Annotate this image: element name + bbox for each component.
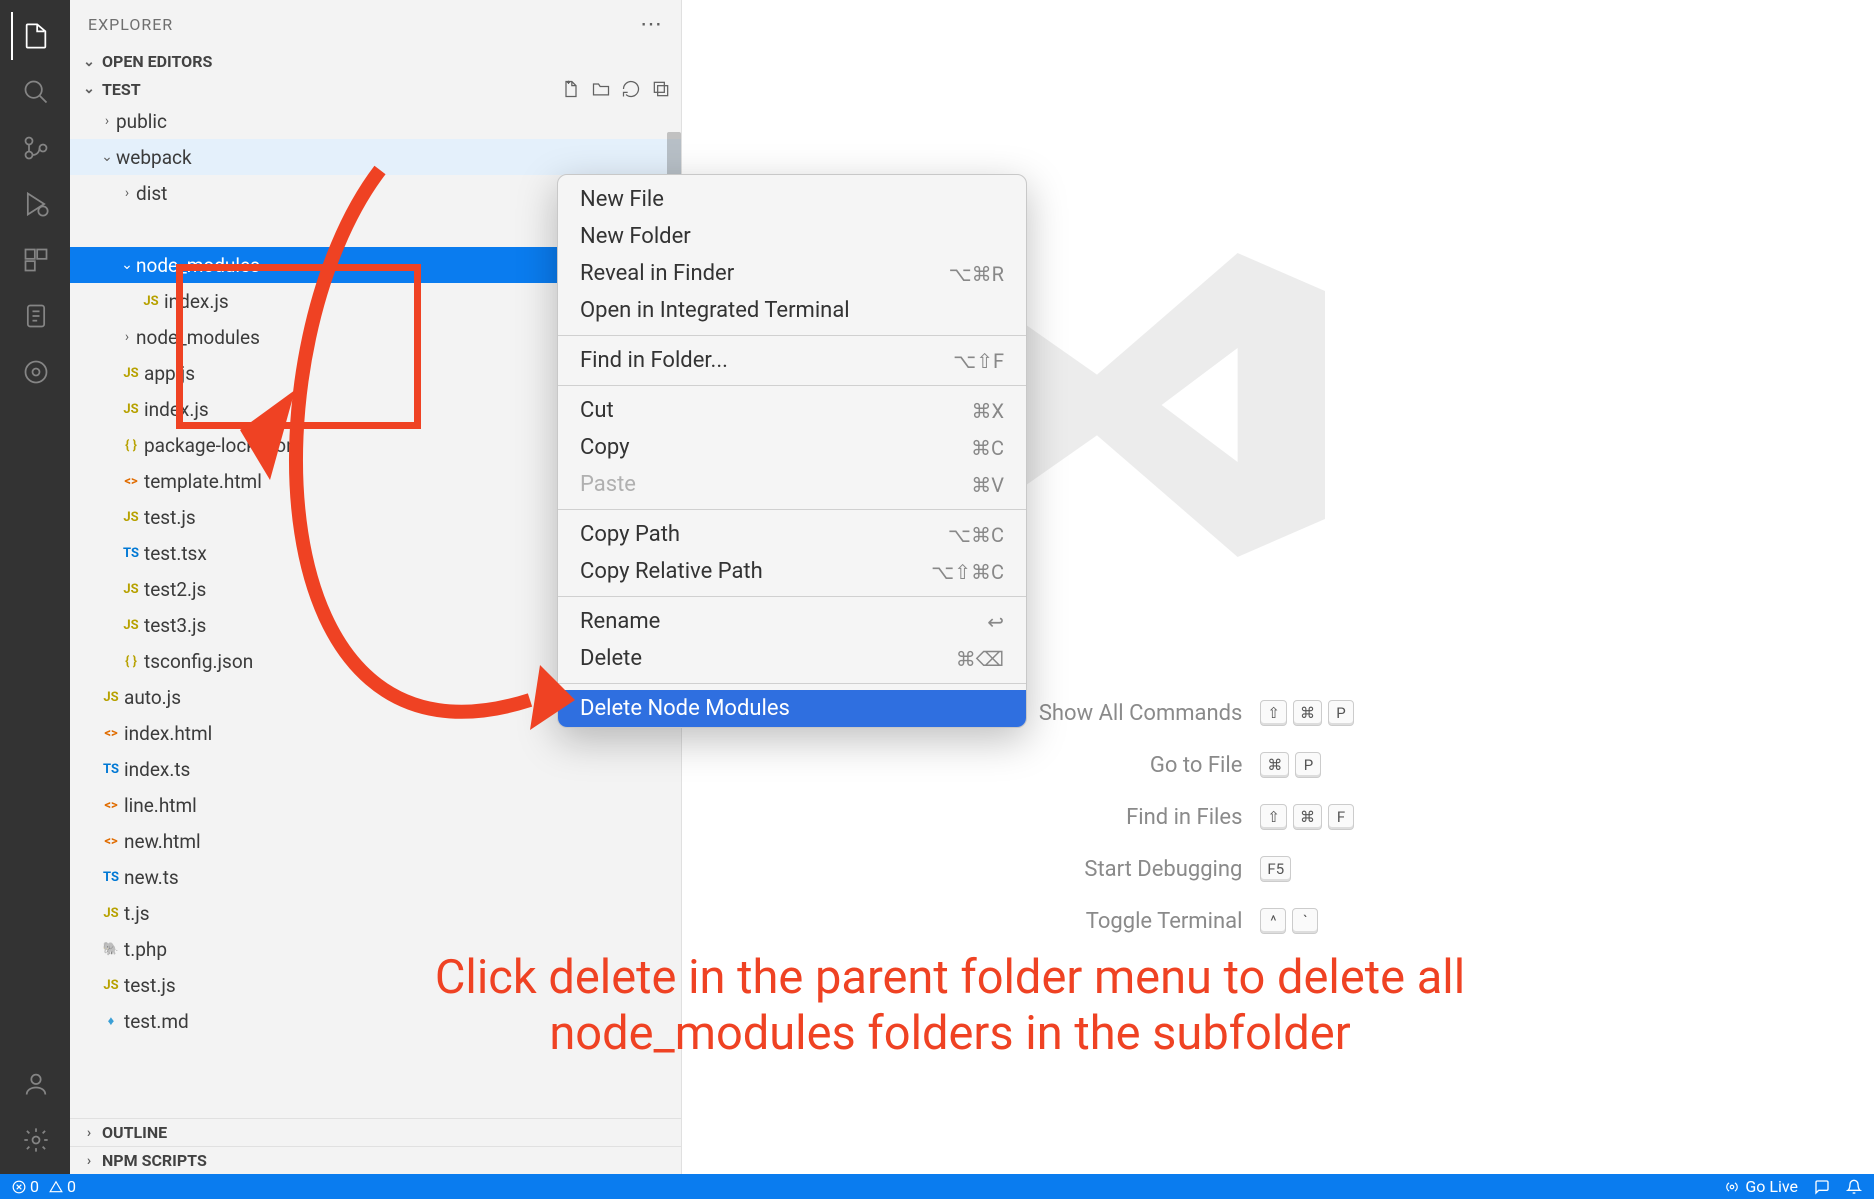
explorer-header: EXPLORER ⋯ [70, 0, 681, 48]
file-t-js[interactable]: JSt.js [70, 895, 681, 931]
menu-new-file[interactable]: New File [558, 181, 1026, 218]
explorer-title: EXPLORER [88, 15, 173, 34]
folder-public[interactable]: ›public [70, 103, 681, 139]
keyboard-key: ^ [1260, 908, 1286, 934]
folder-webpack[interactable]: ⌄webpack [70, 139, 681, 175]
refresh-icon[interactable] [621, 79, 641, 99]
file-index-ts[interactable]: TSindex.ts [70, 751, 681, 787]
open-editors-section[interactable]: ⌄OPEN EDITORS [70, 48, 681, 75]
menu-new-folder[interactable]: New Folder [558, 218, 1026, 255]
welcome-go-file: Go to File ⌘P [952, 752, 1354, 778]
menu-delete[interactable]: Delete⌘⌫ [558, 640, 1026, 677]
menu-rename[interactable]: Rename↩ [558, 603, 1026, 640]
workspace-section[interactable]: ⌄TEST [70, 75, 681, 103]
activity-gitlens-icon[interactable] [11, 348, 59, 396]
menu-cut[interactable]: Cut⌘X [558, 392, 1026, 429]
file-new-html[interactable]: <>new.html [70, 823, 681, 859]
open-editors-label: OPEN EDITORS [102, 52, 212, 71]
welcome-shortcuts: Show All Commands ⇧⌘P Go to File ⌘P Find… [952, 700, 1354, 934]
keyboard-key: F5 [1260, 856, 1291, 882]
menu-copy-path[interactable]: Copy Path⌥⌘C [558, 516, 1026, 553]
new-file-icon[interactable] [561, 79, 581, 99]
menu-copy-rel-path[interactable]: Copy Relative Path⌥⇧⌘C [558, 553, 1026, 590]
file-line-html[interactable]: <>line.html [70, 787, 681, 823]
collapse-icon[interactable] [651, 79, 671, 99]
keyboard-key: P [1295, 752, 1321, 778]
welcome-toggle-term: Toggle Terminal ^` [952, 908, 1354, 934]
annotation-text: Click delete in the parent folder menu t… [150, 950, 1750, 1063]
status-bar: 0 0 Go Live [0, 1174, 1874, 1199]
keyboard-key: ⇧ [1260, 700, 1287, 726]
activity-search-icon[interactable] [11, 68, 59, 116]
explorer-more-icon[interactable]: ⋯ [640, 12, 663, 37]
activity-scm-icon[interactable] [11, 124, 59, 172]
npm-scripts-section[interactable]: ›NPM SCRIPTS [70, 1146, 681, 1174]
keyboard-key: P [1328, 700, 1354, 726]
outline-label: OUTLINE [102, 1123, 167, 1142]
context-menu: New File New Folder Reveal in Finder⌥⌘R … [557, 174, 1027, 728]
welcome-find-files: Find in Files ⇧⌘F [952, 804, 1354, 830]
keyboard-key: ⌘ [1293, 804, 1322, 830]
menu-find-folder[interactable]: Find in Folder...⌥⇧F [558, 342, 1026, 379]
keyboard-key: ⌘ [1260, 752, 1289, 778]
activity-bar [0, 0, 70, 1174]
keyboard-key: ` [1292, 908, 1318, 934]
activity-account-icon[interactable] [11, 1060, 59, 1108]
new-folder-icon[interactable] [591, 79, 611, 99]
activity-debug-icon[interactable] [11, 180, 59, 228]
activity-extensions-icon[interactable] [11, 236, 59, 284]
status-bell-icon[interactable] [1846, 1179, 1862, 1195]
status-go-live[interactable]: Go Live [1725, 1177, 1798, 1196]
activity-todo-icon[interactable] [11, 292, 59, 340]
status-warnings[interactable]: 0 [49, 1177, 76, 1196]
welcome-debug: Start Debugging F5 [952, 856, 1354, 882]
menu-delete-node-modules[interactable]: Delete Node Modules [558, 690, 1026, 727]
activity-explorer-icon[interactable] [11, 12, 59, 60]
file-new-ts[interactable]: TSnew.ts [70, 859, 681, 895]
menu-reveal-finder[interactable]: Reveal in Finder⌥⌘R [558, 255, 1026, 292]
activity-settings-icon[interactable] [11, 1116, 59, 1164]
menu-paste: Paste⌘V [558, 466, 1026, 503]
npm-scripts-label: NPM SCRIPTS [102, 1151, 207, 1170]
menu-open-terminal[interactable]: Open in Integrated Terminal [558, 292, 1026, 329]
keyboard-key: ⌘ [1293, 700, 1322, 726]
status-errors[interactable]: 0 [12, 1177, 39, 1196]
keyboard-key: F [1328, 804, 1354, 830]
outline-section[interactable]: ›OUTLINE [70, 1118, 681, 1146]
workspace-label: TEST [102, 80, 141, 99]
keyboard-key: ⇧ [1260, 804, 1287, 830]
status-feedback-icon[interactable] [1814, 1179, 1830, 1195]
menu-copy[interactable]: Copy⌘C [558, 429, 1026, 466]
